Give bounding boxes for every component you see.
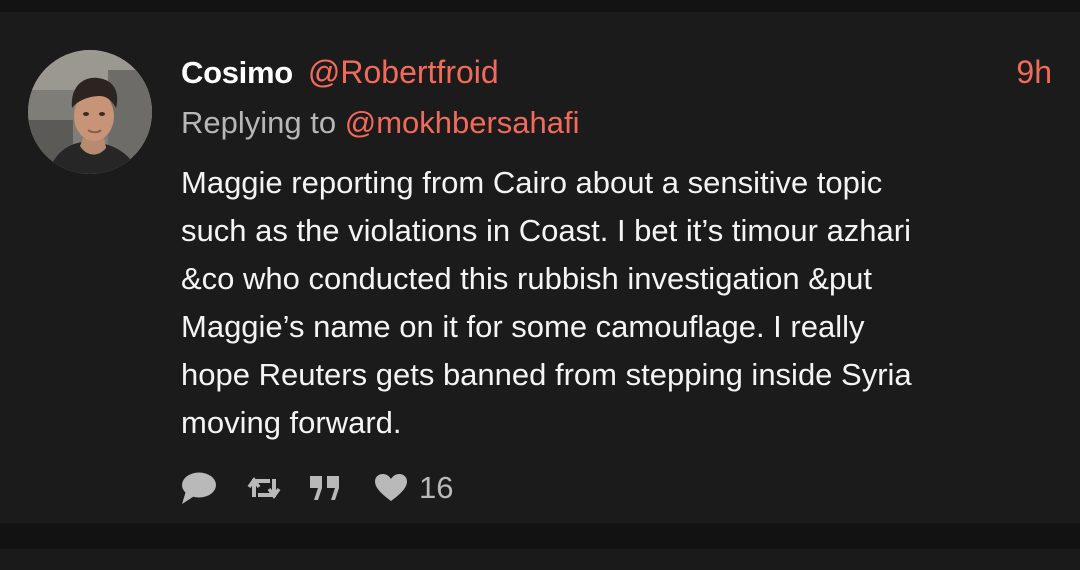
avatar[interactable] (28, 50, 152, 174)
tweet-text-line: such as the violations in Coast. I bet i… (181, 213, 911, 248)
retweet-button[interactable] (246, 468, 282, 508)
tweet-text-line: &co who conducted this rubbish investiga… (181, 261, 873, 296)
reply-context: Replying to @mokhbersahafi (181, 105, 580, 141)
next-tweet-edge (0, 549, 1080, 570)
tweet-text: Maggie reporting from Cairo about a sens… (181, 159, 1061, 447)
reply-to-handle[interactable]: @mokhbersahafi (345, 105, 580, 140)
tweet-card[interactable]: Cosimo @Robertfroid 9h Replying to @mokh… (0, 12, 1080, 523)
avatar-image (28, 50, 152, 174)
tweet-separator (0, 523, 1080, 549)
quote-icon (310, 476, 339, 500)
quote-button[interactable] (308, 468, 342, 508)
tweet-text-line: Maggie’s name on it for some camouflage.… (181, 309, 865, 344)
retweet-icon (247, 476, 281, 500)
reply-bubble-icon (182, 472, 216, 504)
top-strip (0, 0, 1080, 12)
like-count: 16 (419, 470, 454, 505)
tweet-text-line: Maggie reporting from Cairo about a sens… (181, 165, 883, 200)
author-handle[interactable]: @Robertfroid (308, 54, 499, 91)
author-name[interactable]: Cosimo (181, 55, 293, 91)
reply-prefix: Replying to (181, 105, 337, 140)
tweet-text-line: moving forward. (181, 405, 402, 440)
tweet-text-line: hope Reuters gets banned from stepping i… (181, 357, 912, 392)
like-button[interactable]: 16 (374, 468, 453, 508)
heart-icon (375, 474, 407, 501)
reply-button[interactable] (180, 468, 220, 508)
tweet-header: Cosimo @Robertfroid (181, 54, 499, 98)
timestamp[interactable]: 9h (1016, 54, 1052, 91)
tweet-actions: 16 (180, 468, 453, 508)
